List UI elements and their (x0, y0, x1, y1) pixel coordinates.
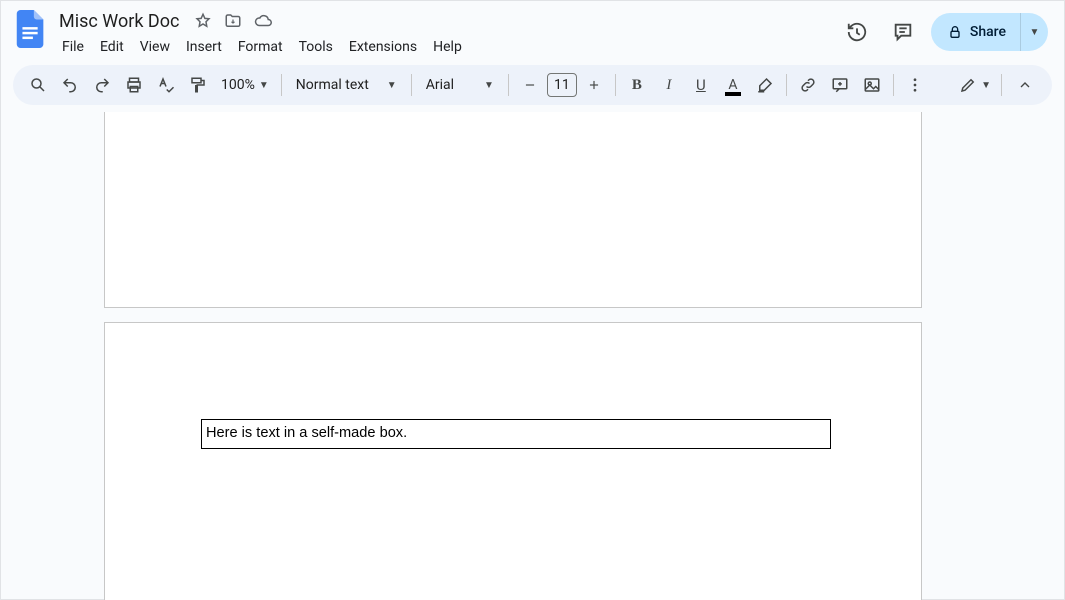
page[interactable]: Here is text in a self-made box. (104, 322, 922, 600)
increase-font-icon[interactable] (579, 70, 609, 100)
font-dropdown[interactable]: Arial ▼ (418, 77, 502, 93)
link-icon[interactable] (793, 70, 823, 100)
zoom-dropdown[interactable]: 100% ▼ (215, 77, 275, 93)
underline-icon[interactable]: U (686, 70, 716, 100)
font-size-input[interactable]: 11 (547, 73, 577, 97)
menu-tools[interactable]: Tools (292, 35, 340, 59)
share-label: Share (970, 24, 1006, 40)
menu-help[interactable]: Help (426, 35, 469, 59)
redo-icon[interactable] (87, 70, 117, 100)
lock-icon (947, 24, 963, 40)
collapse-toolbar-icon[interactable] (1008, 68, 1042, 102)
font-value: Arial (426, 77, 454, 93)
separator (508, 74, 509, 96)
text-color-icon[interactable]: A (718, 70, 748, 100)
history-icon[interactable] (839, 14, 875, 50)
share-button[interactable]: Share (931, 13, 1020, 51)
italic-icon[interactable]: I (654, 70, 684, 100)
paint-format-icon[interactable] (183, 70, 213, 100)
insert-image-icon[interactable] (857, 70, 887, 100)
share-button-group: Share ▼ (931, 13, 1048, 51)
editing-mode-icon[interactable]: ▼ (955, 70, 995, 100)
doc-title[interactable]: Misc Work Doc (55, 11, 183, 32)
toolbar: 100% ▼ Normal text ▼ Arial ▼ 11 B I U A ▼ (13, 65, 1052, 105)
separator (615, 74, 616, 96)
undo-icon[interactable] (55, 70, 85, 100)
menu-file[interactable]: File (55, 35, 91, 59)
zoom-value: 100% (221, 77, 255, 93)
docs-app-icon[interactable] (13, 11, 49, 47)
menu-edit[interactable]: Edit (93, 35, 131, 59)
add-comment-icon[interactable] (825, 70, 855, 100)
chevron-down-icon: ▼ (259, 80, 269, 91)
chevron-down-icon: ▼ (981, 80, 991, 91)
menu-extensions[interactable]: Extensions (342, 35, 424, 59)
menu-insert[interactable]: Insert (179, 35, 229, 59)
separator (786, 74, 787, 96)
chevron-down-icon: ▼ (484, 80, 494, 91)
style-value: Normal text (296, 77, 369, 93)
menu-bar: File Edit View Insert Format Tools Exten… (55, 35, 469, 59)
menu-format[interactable]: Format (231, 35, 290, 59)
separator (281, 74, 282, 96)
title-area: Misc Work Doc File Edit View Insert Form… (55, 9, 469, 59)
move-icon[interactable] (223, 11, 243, 31)
header-right: Share ▼ (839, 9, 1052, 51)
menu-view[interactable]: View (133, 35, 177, 59)
highlight-icon[interactable] (750, 70, 780, 100)
document-canvas[interactable]: Here is text in a self-made box. (0, 112, 1065, 600)
separator (1001, 74, 1002, 96)
text-box[interactable]: Here is text in a self-made box. (201, 419, 831, 449)
font-size-control: 11 (515, 70, 609, 100)
share-dropdown[interactable]: ▼ (1020, 13, 1048, 51)
page-prev[interactable] (104, 112, 922, 308)
header: Misc Work Doc File Edit View Insert Form… (1, 1, 1064, 59)
cloud-status-icon[interactable] (253, 11, 273, 31)
toolbar-container: 100% ▼ Normal text ▼ Arial ▼ 11 B I U A ▼ (1, 59, 1064, 105)
decrease-font-icon[interactable] (515, 70, 545, 100)
separator (411, 74, 412, 96)
more-icon[interactable] (900, 70, 930, 100)
search-icon[interactable] (23, 70, 53, 100)
spellcheck-icon[interactable] (151, 70, 181, 100)
star-icon[interactable] (193, 11, 213, 31)
chevron-down-icon: ▼ (387, 80, 397, 91)
bold-icon[interactable]: B (622, 70, 652, 100)
comments-icon[interactable] (885, 14, 921, 50)
paragraph-style-dropdown[interactable]: Normal text ▼ (288, 77, 405, 93)
print-icon[interactable] (119, 70, 149, 100)
separator (893, 74, 894, 96)
